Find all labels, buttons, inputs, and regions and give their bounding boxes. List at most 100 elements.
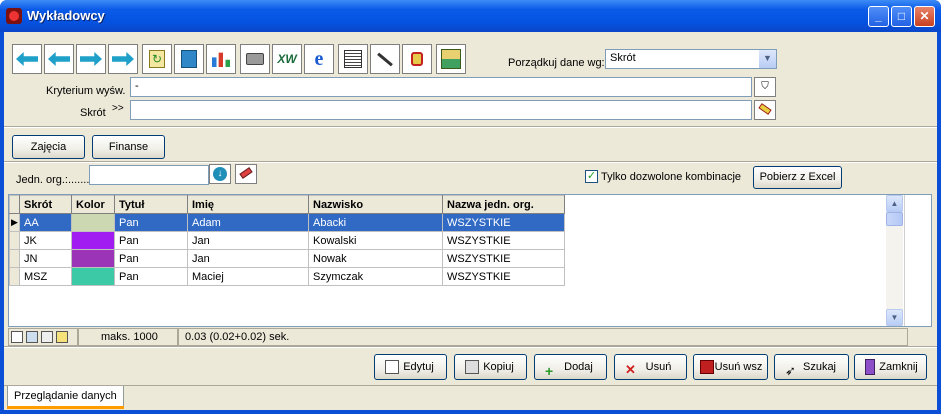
cell-imie[interactable]: Maciej (187, 267, 309, 286)
next-icon (80, 52, 102, 66)
excel-icon: XW (277, 52, 297, 66)
table-row[interactable]: JK Pan Jan Kowalski WSZYSTKIE (9, 231, 565, 250)
export-excel-button[interactable]: XW (272, 44, 302, 74)
add-label: Dodaj (564, 361, 593, 373)
cell-tytul[interactable]: Pan (114, 213, 188, 232)
column-header-tytul[interactable]: Tytuł (114, 195, 188, 214)
prev-record-button[interactable] (44, 44, 74, 74)
side-panel (904, 195, 931, 326)
search-button[interactable]: ➶ Szukaj (774, 354, 849, 380)
cell-skrot[interactable]: MSZ (19, 267, 72, 286)
cell-nazwisko[interactable]: Abacki (308, 213, 443, 232)
browser-icon: e (314, 47, 324, 70)
client-area: ↻ XW e Porządkuj dane wg: Skrót ▼ Kryter… (4, 32, 937, 410)
cell-nazwisko[interactable]: Szymczak (308, 267, 443, 286)
cell-imie[interactable]: Jan (187, 231, 309, 250)
cell-jedn[interactable]: WSZYSTKIE (442, 249, 565, 268)
last-record-button[interactable] (108, 44, 138, 74)
title-bar: Wykładowcy _ □ ✕ (0, 0, 941, 32)
add-button[interactable]: + Dodaj (534, 354, 607, 380)
cell-kolor[interactable] (71, 213, 115, 232)
hourglass-icon[interactable] (11, 331, 23, 344)
status-timing: 0.03 (0.02+0.02) sek. (178, 328, 908, 346)
clear-filter-button[interactable] (754, 100, 776, 120)
cell-kolor[interactable] (71, 267, 115, 286)
zajecia-button[interactable]: Zajęcia (12, 135, 85, 159)
sort-select[interactable]: Skrót ▼ (605, 49, 777, 69)
pin-icon[interactable] (41, 331, 54, 344)
copy-label: Kopiuj (483, 361, 514, 373)
vertical-scrollbar[interactable]: ▲ ▼ (886, 195, 903, 326)
refresh-button[interactable]: ↻ (142, 44, 172, 74)
zoom-icon[interactable] (26, 331, 39, 344)
cell-jedn[interactable]: WSZYSTKIE (442, 267, 565, 286)
column-header-skrot[interactable]: Skrót (19, 195, 72, 214)
criteria-input[interactable]: - (130, 77, 752, 97)
config-button[interactable] (402, 44, 432, 74)
close-button[interactable]: ✕ (914, 6, 935, 27)
column-header-imie[interactable]: Imię (187, 195, 309, 214)
cell-tytul[interactable]: Pan (114, 249, 188, 268)
table-row[interactable]: JN Pan Jan Nowak WSZYSTKIE (9, 249, 565, 268)
scroll-up-icon[interactable]: ▲ (886, 195, 903, 212)
table-row[interactable]: MSZ Pan Maciej Szymczak WSZYSTKIE (9, 267, 565, 286)
sort-label: Porządkuj dane wg: (508, 57, 605, 69)
report-icon (344, 50, 362, 68)
import-excel-button[interactable]: Pobierz z Excel (753, 166, 842, 189)
criteria-value: - (135, 80, 139, 92)
next-record-button[interactable] (76, 44, 106, 74)
cell-jedn[interactable]: WSZYSTKIE (442, 231, 565, 250)
column-header-kolor[interactable]: Kolor (71, 195, 115, 214)
cell-skrot[interactable]: AA (19, 213, 72, 232)
delete-button[interactable]: ✕ Usuń (614, 354, 687, 380)
cell-tytul[interactable]: Pan (114, 267, 188, 286)
finanse-button[interactable]: Finanse (92, 135, 165, 159)
cell-imie[interactable]: Adam (187, 213, 309, 232)
chevron-down-icon[interactable]: ▼ (759, 50, 776, 68)
criteria-label: Kryterium wyśw. (46, 85, 126, 97)
close-form-button[interactable]: Zamknij (854, 354, 927, 380)
separator (4, 346, 937, 348)
scroll-thumb[interactable] (886, 212, 903, 226)
cell-skrot[interactable]: JN (19, 249, 72, 268)
note-icon[interactable] (56, 331, 69, 344)
chart-button[interactable] (206, 44, 236, 74)
table-row[interactable]: ▶ AA Pan Adam Abacki WSZYSTKIE (9, 213, 565, 232)
column-header-nazwisko[interactable]: Nazwisko (308, 195, 443, 214)
browser-button[interactable]: e (304, 44, 334, 74)
sql-button[interactable] (436, 44, 466, 74)
allowed-combinations-checkbox[interactable]: ✓ (585, 170, 598, 183)
copy-icon (181, 50, 197, 68)
minimize-button[interactable]: _ (868, 6, 889, 27)
column-header-jedn[interactable]: Nazwa jedn. org. (442, 195, 565, 214)
cell-kolor[interactable] (71, 249, 115, 268)
first-record-button[interactable] (12, 44, 42, 74)
copy-button[interactable] (174, 44, 204, 74)
wand-button[interactable] (370, 44, 400, 74)
cell-kolor[interactable] (71, 231, 115, 250)
status-bar: maks. 1000 0.03 (0.02+0.02) sek. (8, 328, 908, 346)
cell-nazwisko[interactable]: Kowalski (308, 231, 443, 250)
separator (4, 161, 937, 163)
unit-input[interactable] (89, 165, 209, 185)
scroll-down-icon[interactable]: ▼ (886, 309, 903, 326)
cell-jedn[interactable]: WSZYSTKIE (442, 213, 565, 232)
cell-nazwisko[interactable]: Nowak (308, 249, 443, 268)
row-indicator (9, 249, 20, 268)
skrot-input[interactable] (130, 100, 752, 120)
delete-icon: ✕ (625, 362, 636, 377)
maximize-button[interactable]: □ (891, 6, 912, 27)
report-button[interactable] (338, 44, 368, 74)
copy-record-button[interactable]: Kopiuj (454, 354, 527, 380)
app-icon (6, 8, 22, 24)
delete-all-button[interactable]: Usuń wsz (693, 354, 768, 380)
cell-tytul[interactable]: Pan (114, 231, 188, 250)
unit-pick-button[interactable]: ↓ (209, 164, 231, 184)
filter-button[interactable]: ⛉ (754, 77, 776, 97)
print-button[interactable] (240, 44, 270, 74)
unit-clear-button[interactable] (235, 164, 257, 184)
cell-skrot[interactable]: JK (19, 231, 72, 250)
edit-button[interactable]: Edytuj (374, 354, 447, 380)
tab-browse-data[interactable]: Przeglądanie danych (7, 386, 124, 409)
cell-imie[interactable]: Jan (187, 249, 309, 268)
